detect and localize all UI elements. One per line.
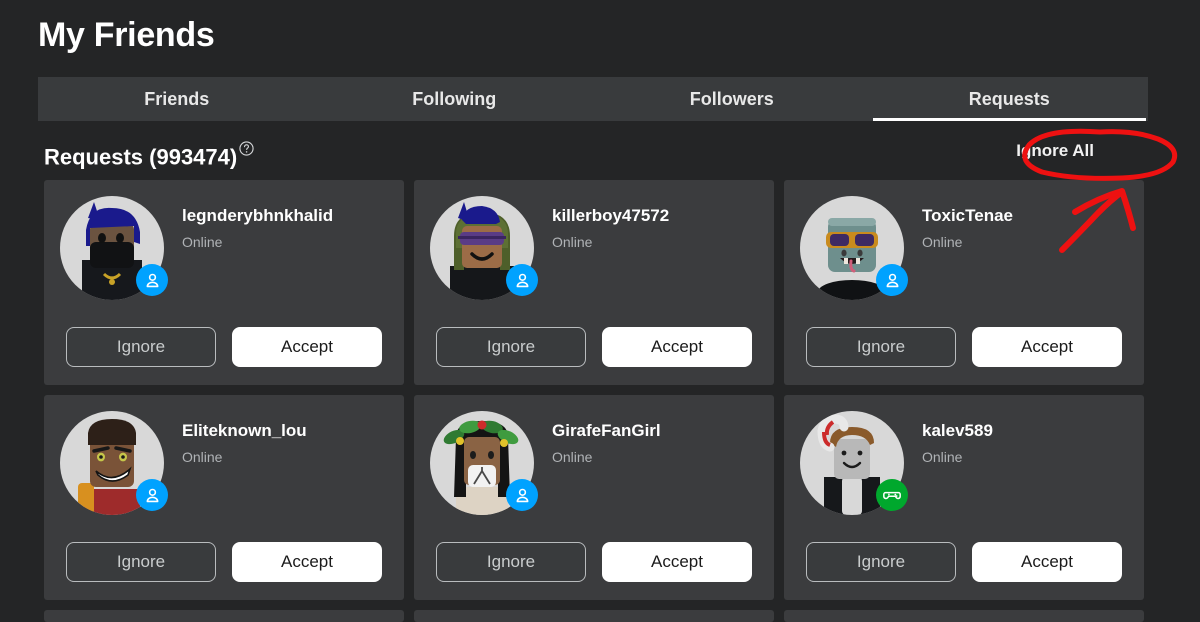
card-actions: Ignore Accept (436, 542, 752, 582)
tab-requests-label: Requests (968, 88, 1050, 109)
card-actions: Ignore Accept (436, 327, 752, 367)
my-friends-page: My Friends Friends Following Followers R… (0, 0, 1200, 622)
request-card[interactable]: legnderybhnkhalid Online Ignore Accept (44, 180, 404, 385)
request-card[interactable]: kalev589 Online Ignore Accept (784, 395, 1144, 600)
accept-button[interactable]: Accept (602, 327, 752, 367)
request-card[interactable]: ToxicTenae Online Ignore Accept (784, 180, 1144, 385)
person-icon (146, 488, 158, 502)
card-actions: Ignore Accept (806, 327, 1122, 367)
ignore-button[interactable]: Ignore (66, 542, 216, 582)
presence-badge-online (506, 479, 538, 511)
card-info: kalev589 Online (904, 411, 993, 515)
request-card[interactable]: GirafeFanGirl Online Ignore Accept (414, 395, 774, 600)
tab-underline (872, 118, 1146, 121)
presence-status: Online (552, 234, 593, 250)
presence-badge-online (136, 264, 168, 296)
person-icon (146, 273, 158, 287)
requests-count-title: Requests (993474) (44, 136, 254, 170)
presence-status: Online (182, 234, 223, 250)
card-info: GirafeFanGirl Online (534, 411, 661, 515)
card-info: Eliteknown_lou Online (164, 411, 307, 515)
accept-button[interactable]: Accept (972, 327, 1122, 367)
ignore-button[interactable]: Ignore (436, 542, 586, 582)
friend-requests-grid: legnderybhnkhalid Online Ignore Accept k… (44, 180, 1146, 600)
card-header: Eliteknown_lou Online (44, 395, 404, 515)
card-header: ToxicTenae Online (784, 180, 1144, 300)
presence-badge-ingame (876, 479, 908, 511)
presence-badge-online (506, 264, 538, 296)
ignore-all-button[interactable]: Ignore All (1012, 139, 1098, 163)
partial-next-row (44, 610, 1146, 622)
friends-tabbar: Friends Following Followers Requests (38, 77, 1148, 121)
ignore-button[interactable]: Ignore (66, 327, 216, 367)
requests-count-text: Requests (993474) (44, 144, 238, 170)
accept-button[interactable]: Accept (232, 542, 382, 582)
avatar[interactable] (800, 196, 908, 300)
tab-followers-label: Followers (689, 88, 774, 109)
page-title: My Friends (38, 16, 215, 54)
request-card[interactable]: killerboy47572 Online Ignore Accept (414, 180, 774, 385)
card-header: kalev589 Online (784, 395, 1144, 515)
tab-requests[interactable]: Requests (871, 77, 1149, 121)
avatar[interactable] (430, 411, 538, 515)
presence-badge-online (876, 264, 908, 296)
card-header: legnderybhnkhalid Online (44, 180, 404, 300)
accept-button[interactable]: Accept (602, 542, 752, 582)
tab-friends-label: Friends (144, 88, 210, 109)
card-header: GirafeFanGirl Online (414, 395, 774, 515)
ignore-button[interactable]: Ignore (436, 327, 586, 367)
username[interactable]: ToxicTenae (922, 206, 1013, 226)
request-card-partial[interactable] (414, 610, 774, 622)
card-info: killerboy47572 Online (534, 196, 669, 300)
card-actions: Ignore Accept (806, 542, 1122, 582)
card-info: legnderybhnkhalid Online (164, 196, 333, 300)
request-card[interactable]: Eliteknown_lou Online Ignore Accept (44, 395, 404, 600)
question-circle-icon[interactable] (239, 136, 254, 156)
avatar[interactable] (800, 411, 908, 515)
gamepad-icon (883, 491, 901, 500)
person-icon (886, 273, 898, 287)
tab-followers[interactable]: Followers (593, 77, 871, 121)
avatar[interactable] (60, 411, 168, 515)
person-icon (516, 273, 528, 287)
requests-section-header: Requests (993474) Ignore All (44, 136, 1144, 174)
presence-status: Online (922, 234, 963, 250)
avatar[interactable] (60, 196, 168, 300)
card-actions: Ignore Accept (66, 542, 382, 582)
accept-button[interactable]: Accept (232, 327, 382, 367)
ignore-button[interactable]: Ignore (806, 542, 956, 582)
request-card-partial[interactable] (784, 610, 1144, 622)
username[interactable]: killerboy47572 (552, 206, 669, 226)
presence-status: Online (552, 449, 593, 465)
person-icon (516, 488, 528, 502)
tab-following-label: Following (412, 88, 497, 109)
presence-status: Online (922, 449, 963, 465)
tab-friends[interactable]: Friends (38, 77, 316, 121)
presence-badge-online (136, 479, 168, 511)
avatar[interactable] (430, 196, 538, 300)
username[interactable]: kalev589 (922, 421, 993, 441)
username[interactable]: legnderybhnkhalid (182, 206, 333, 226)
card-info: ToxicTenae Online (904, 196, 1013, 300)
ignore-button[interactable]: Ignore (806, 327, 956, 367)
request-card-partial[interactable] (44, 610, 404, 622)
card-actions: Ignore Accept (66, 327, 382, 367)
username[interactable]: GirafeFanGirl (552, 421, 661, 441)
presence-status: Online (182, 449, 223, 465)
card-header: killerboy47572 Online (414, 180, 774, 300)
tab-following[interactable]: Following (316, 77, 594, 121)
accept-button[interactable]: Accept (972, 542, 1122, 582)
username[interactable]: Eliteknown_lou (182, 421, 307, 441)
